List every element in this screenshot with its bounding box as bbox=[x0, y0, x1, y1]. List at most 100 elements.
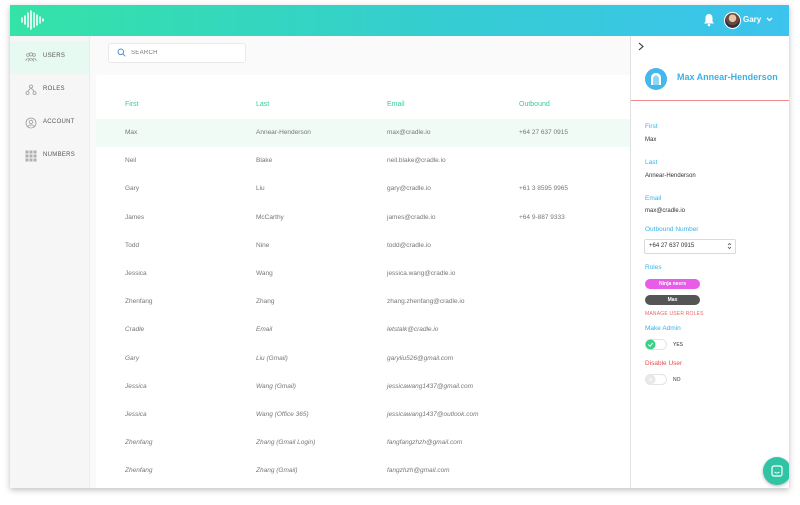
sidebar-item-label: USERS bbox=[43, 53, 66, 59]
first-name-label: First bbox=[645, 123, 658, 130]
make-admin-value: YES bbox=[673, 342, 684, 348]
outbound-number-select[interactable]: +64 27 637 0915 bbox=[644, 239, 736, 254]
table-row[interactable]: Gary Liu (Gmail) garyliu526@gmail.com bbox=[96, 345, 631, 373]
cell-email: jessicawang1437@outlook.com bbox=[387, 411, 479, 418]
table-row[interactable]: James McCarthy james@cradle.io +64 9-887 93… bbox=[96, 204, 631, 232]
detail-avatar bbox=[645, 68, 667, 90]
column-header-first[interactable]: First bbox=[125, 101, 139, 108]
disable-user-toggle[interactable] bbox=[645, 374, 667, 385]
cell-email: jessicawang1437@gmail.com bbox=[387, 382, 474, 390]
manage-user-roles-link[interactable]: MANAGE USER ROLES bbox=[645, 311, 704, 317]
cell-first: Jessica bbox=[125, 382, 147, 390]
cell-outbound: +61 3 8595 9965 bbox=[519, 185, 568, 193]
cell-first: Jessica bbox=[125, 270, 147, 277]
role-chip[interactable]: Max bbox=[645, 295, 700, 305]
search-bar[interactable] bbox=[108, 43, 246, 63]
cell-last: Liu bbox=[256, 185, 265, 193]
column-header-email[interactable]: Email bbox=[387, 101, 405, 108]
sidebar-item-label: ROLES bbox=[43, 86, 65, 92]
role-chip[interactable]: Ninja neers bbox=[645, 279, 700, 289]
sidebar-item-numbers[interactable]: NUMBERS bbox=[10, 140, 89, 173]
sidebar-item-account[interactable]: ACCOUNT bbox=[10, 107, 89, 140]
numbers-grid-icon bbox=[25, 150, 37, 162]
cell-email: max@cradle.io bbox=[387, 129, 431, 136]
cell-last: Zhang bbox=[256, 298, 275, 306]
cell-email: letstalk@cradle.io bbox=[387, 326, 439, 334]
cell-outbound: +64 27 637 0915 bbox=[519, 129, 568, 136]
cell-email: james@cradle.io bbox=[387, 213, 436, 221]
cell-email: fangzhzh@gmail.com bbox=[387, 467, 450, 475]
cell-last: Annear-Henderson bbox=[256, 129, 311, 136]
outbound-number-label: Outbound Number bbox=[645, 226, 699, 233]
cell-last: Wang (Gmail) bbox=[256, 382, 296, 390]
table-row[interactable]: Neil Blake neil.blake@cradle.io bbox=[96, 147, 631, 175]
cell-last: McCarthy bbox=[256, 213, 284, 221]
email-label: Email bbox=[645, 195, 662, 202]
user-avatar[interactable] bbox=[724, 12, 741, 29]
user-name[interactable]: Gary bbox=[743, 15, 761, 24]
cell-last: Nine bbox=[256, 241, 270, 249]
detail-user-name: Max Annear-Henderson bbox=[677, 72, 778, 82]
sidebar: USERS ROLES ACCOUNT NUMBERS bbox=[10, 36, 90, 488]
users-icon bbox=[25, 52, 37, 62]
cell-last: Wang bbox=[256, 270, 273, 277]
cell-first: Jessica bbox=[125, 411, 147, 418]
make-admin-toggle[interactable] bbox=[645, 339, 667, 350]
chat-icon bbox=[771, 465, 783, 477]
cell-first: Zhenfang bbox=[125, 439, 153, 447]
cell-email: garyliu526@gmail.com bbox=[387, 354, 454, 362]
cell-email: jessica.wang@cradle.io bbox=[387, 270, 456, 277]
cell-first: Zhenfang bbox=[125, 467, 153, 475]
cell-last: Email bbox=[256, 326, 273, 334]
waveform-logo-icon[interactable] bbox=[20, 10, 46, 30]
roles-label: Roles bbox=[645, 264, 662, 271]
table-row[interactable]: Jessica Wang jessica.wang@cradle.io bbox=[96, 260, 631, 288]
cell-first: Zhenfang bbox=[125, 298, 153, 306]
chevron-right-icon[interactable] bbox=[637, 42, 645, 51]
cell-first: Max bbox=[125, 129, 138, 136]
account-icon bbox=[25, 117, 37, 129]
make-admin-label: Make Admin bbox=[645, 325, 681, 332]
roles-icon bbox=[25, 84, 37, 95]
cell-first: Cradle bbox=[125, 326, 145, 334]
table-row[interactable]: Cradle Email letstalk@cradle.io bbox=[96, 316, 631, 344]
bell-icon[interactable] bbox=[703, 13, 715, 27]
search-icon bbox=[117, 48, 126, 57]
cell-last: Zhang (Gmail Login) bbox=[256, 439, 316, 447]
users-table: First Last Email Outbound Max Annear-Hend… bbox=[96, 75, 631, 488]
table-row[interactable]: Zhenfang Zhang (Gmail Login) fangfangzhzh@… bbox=[96, 429, 631, 457]
cell-first: Gary bbox=[125, 354, 140, 362]
user-detail-panel: Max Annear-Henderson First Max Last Anne… bbox=[630, 36, 789, 488]
cell-first: James bbox=[125, 213, 145, 221]
cell-email: todd@cradle.io bbox=[387, 241, 431, 249]
last-name-value[interactable]: Annear-Henderson bbox=[645, 173, 696, 179]
table-row[interactable]: Max Annear-Henderson max@cradle.io +64 27 6… bbox=[96, 119, 631, 147]
select-arrows-icon bbox=[727, 242, 732, 250]
outbound-number-value: +64 27 637 0915 bbox=[649, 243, 695, 249]
disable-user-value: NO bbox=[673, 377, 681, 383]
column-header-outbound[interactable]: Outbound bbox=[519, 101, 550, 108]
cell-email: fangfangzhzh@gmail.com bbox=[387, 439, 463, 447]
cell-first: Todd bbox=[125, 241, 140, 249]
search-input[interactable] bbox=[131, 46, 239, 60]
first-name-value[interactable]: Max bbox=[645, 137, 656, 143]
table-row[interactable]: Jessica Wang (Office 365) jessicawang1437@… bbox=[96, 401, 631, 429]
chevron-down-icon[interactable] bbox=[765, 15, 774, 24]
table-row[interactable]: Gary Liu gary@cradle.io +61 3 8595 9965 bbox=[96, 175, 631, 203]
app-window: Gary USERS ROLES ACCOUNT NUMBERS SEARCH … bbox=[10, 5, 789, 488]
table-row[interactable]: Zhenfang Zhang (Gmail) fangzhzh@gmail.com bbox=[96, 457, 631, 485]
chat-launcher-button[interactable] bbox=[763, 457, 789, 485]
cell-first: Gary bbox=[125, 185, 140, 193]
sidebar-item-label: NUMBERS bbox=[43, 152, 76, 158]
last-name-label: Last bbox=[645, 159, 658, 166]
sidebar-item-roles[interactable]: ROLES bbox=[10, 74, 89, 107]
sidebar-item-users[interactable]: USERS bbox=[10, 41, 89, 74]
cell-outbound: +64 9-887 9333 bbox=[519, 213, 565, 221]
table-row[interactable]: Todd Nine todd@cradle.io bbox=[96, 232, 631, 260]
table-row[interactable]: Zhenfang Zhang zhang.zhenfang@cradle.io bbox=[96, 288, 631, 316]
cell-last: Wang (Office 365) bbox=[256, 411, 309, 418]
table-row[interactable]: Jessica Wang (Gmail) jessicawang1437@gmail… bbox=[96, 373, 631, 401]
email-value[interactable]: max@cradle.io bbox=[645, 208, 685, 214]
column-header-last[interactable]: Last bbox=[256, 101, 269, 108]
user-silhouette-icon bbox=[651, 73, 661, 85]
